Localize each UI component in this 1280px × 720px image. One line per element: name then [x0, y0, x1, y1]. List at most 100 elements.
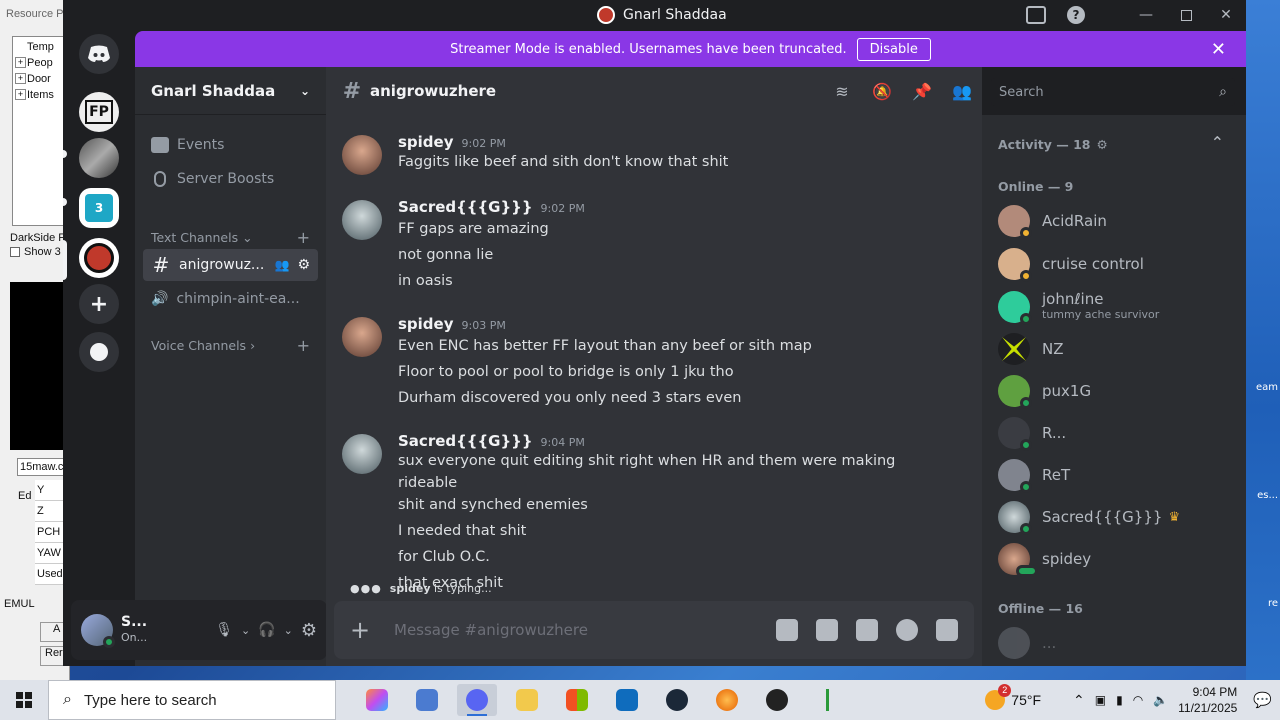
member-item[interactable]: cruise control — [998, 243, 1228, 285]
member-list-icon[interactable]: 👥 — [951, 81, 973, 101]
server-fp[interactable]: FP — [79, 92, 119, 132]
activity-header[interactable]: Activity — 18 ⚙ — [998, 137, 1108, 152]
tree-item[interactable]: Items — [15, 87, 67, 103]
member-item[interactable]: spidey — [998, 538, 1228, 580]
avatar[interactable] — [81, 614, 115, 648]
help-button[interactable]: ? — [1056, 0, 1096, 30]
server-gnarl-shaddaa[interactable] — [79, 238, 119, 278]
tree-item[interactable]: Temp — [15, 39, 67, 55]
gift-icon[interactable] — [776, 619, 798, 641]
avatar[interactable] — [342, 317, 382, 357]
text-channels-category[interactable]: Text Channels ⌄ + — [143, 228, 318, 247]
online-status-icon — [1020, 439, 1032, 451]
discord-icon — [466, 689, 488, 711]
member-item[interactable]: R... — [998, 412, 1228, 454]
hash-icon: # — [152, 253, 170, 277]
close-icon[interactable]: ✕ — [1211, 39, 1226, 60]
notification-icon[interactable]: 💬 — [1253, 691, 1272, 709]
sticker-icon[interactable] — [856, 619, 878, 641]
clock[interactable]: 9:04 PM 11/21/2025 — [1178, 684, 1237, 716]
add-server-button[interactable]: + — [79, 284, 119, 324]
member-item[interactable]: ... — [998, 622, 1228, 664]
gif-icon[interactable] — [816, 619, 838, 641]
inbox-button[interactable] — [1016, 0, 1056, 30]
discord-app[interactable] — [457, 684, 497, 716]
notification-bell-icon[interactable]: 🔕 — [871, 81, 893, 101]
volume-icon[interactable]: 🔈 — [1153, 693, 1168, 707]
events-item[interactable]: Events — [143, 129, 318, 161]
voice-channels-category[interactable]: Voice Channels › + — [143, 336, 318, 355]
terminal-app[interactable] — [807, 684, 847, 716]
home-button[interactable] — [79, 34, 119, 74]
settings-gear-icon[interactable]: ⚙ — [301, 620, 317, 641]
network-icon[interactable]: ▣ — [1095, 693, 1106, 707]
wifi-icon[interactable]: ◠ — [1133, 693, 1143, 707]
weather-sun-icon: 2 — [985, 684, 1012, 710]
tree-item[interactable]: Peop — [15, 55, 67, 71]
folder-app[interactable] — [507, 684, 547, 716]
copilot-app[interactable] — [357, 684, 397, 716]
avatar — [998, 459, 1032, 493]
channel-item-anigrowuzhere[interactable]: # anigrowuz... 👥 ⚙ — [143, 249, 318, 281]
member-item[interactable]: NZ — [998, 328, 1228, 370]
search-input[interactable] — [999, 84, 1220, 100]
member-item[interactable]: pux1G — [998, 370, 1228, 412]
gear-icon[interactable]: ⚙ — [297, 257, 310, 273]
res-title: Resource P — [6, 8, 64, 20]
firefox-app[interactable] — [707, 684, 747, 716]
outlook-app[interactable] — [607, 684, 647, 716]
tree-item[interactable]: Door — [15, 71, 67, 87]
chevron-down-icon[interactable]: ⌄ — [241, 624, 250, 637]
disable-streamer-button[interactable]: Disable — [856, 37, 931, 61]
headphones-icon[interactable]: 🎧 — [258, 622, 275, 638]
chevron-down-icon[interactable]: ⌄ — [284, 624, 293, 637]
pin-icon[interactable]: 📌 — [911, 81, 933, 101]
online-status-icon — [1020, 481, 1032, 493]
close-button[interactable]: ✕ — [1206, 0, 1246, 30]
member-item[interactable]: ReT — [998, 454, 1228, 496]
steam-icon — [666, 689, 688, 711]
message-author[interactable]: Sacred{{{G}}} — [398, 198, 533, 216]
store-app[interactable] — [557, 684, 597, 716]
search-icon[interactable]: ⌕ — [1219, 84, 1227, 100]
avatar — [998, 248, 1032, 282]
message-input[interactable] — [378, 621, 776, 639]
chevron-up-icon[interactable]: ⌃ — [1211, 133, 1224, 152]
add-channel-icon[interactable]: + — [297, 228, 310, 247]
title-bar[interactable]: Gnarl Shaddaa ? — ✕ — [63, 0, 1246, 30]
start-button[interactable] — [0, 680, 48, 720]
maximize-button[interactable] — [1166, 0, 1206, 30]
add-member-icon[interactable]: 👥 — [274, 258, 289, 272]
tree-view[interactable]: Temp Peop Door Items — [12, 36, 70, 226]
server-boosts-item[interactable]: Server Boosts — [143, 163, 318, 195]
avatar[interactable] — [342, 200, 382, 240]
server-photo[interactable] — [79, 138, 119, 178]
avatar[interactable] — [342, 434, 382, 474]
message-composer: + — [334, 601, 974, 659]
message-author[interactable]: Sacred{{{G}}} — [398, 432, 533, 450]
add-channel-icon[interactable]: + — [297, 336, 310, 355]
chevron-up-icon[interactable]: ⌃ — [1073, 692, 1085, 709]
channel-item-chimpin[interactable]: 🔊 chimpin-aint-ea... — [143, 283, 318, 315]
member-item[interactable]: johnℓine tummy ache survivor — [998, 286, 1228, 328]
discover-button[interactable] — [79, 332, 119, 372]
avatar[interactable] — [342, 135, 382, 175]
microphone-icon[interactable]: 🎙 — [215, 622, 233, 638]
obs-app[interactable] — [757, 684, 797, 716]
taskbar-search[interactable]: ⌕ Type here to search — [48, 680, 336, 720]
server-3dsmax[interactable]: 3 — [79, 188, 119, 228]
weather-widget[interactable]: 2 75°F — [985, 684, 1041, 710]
server-header[interactable]: Gnarl Shaddaa ⌄ — [135, 67, 326, 115]
threads-icon[interactable]: ≋ — [831, 81, 853, 101]
message-author[interactable]: spidey — [398, 133, 454, 151]
minimize-button[interactable]: — — [1126, 0, 1166, 30]
apps-icon[interactable] — [936, 619, 958, 641]
message-author[interactable]: spidey — [398, 315, 454, 333]
emoji-icon[interactable] — [896, 619, 918, 641]
attach-plus-icon[interactable]: + — [350, 616, 378, 644]
member-item[interactable]: Sacred{{{G}}} ♛ — [998, 496, 1228, 538]
usb-icon[interactable]: ▮ — [1116, 693, 1123, 707]
file-explorer-app[interactable] — [407, 684, 447, 716]
member-item[interactable]: AcidRain — [998, 200, 1228, 242]
steam-app[interactable] — [657, 684, 697, 716]
